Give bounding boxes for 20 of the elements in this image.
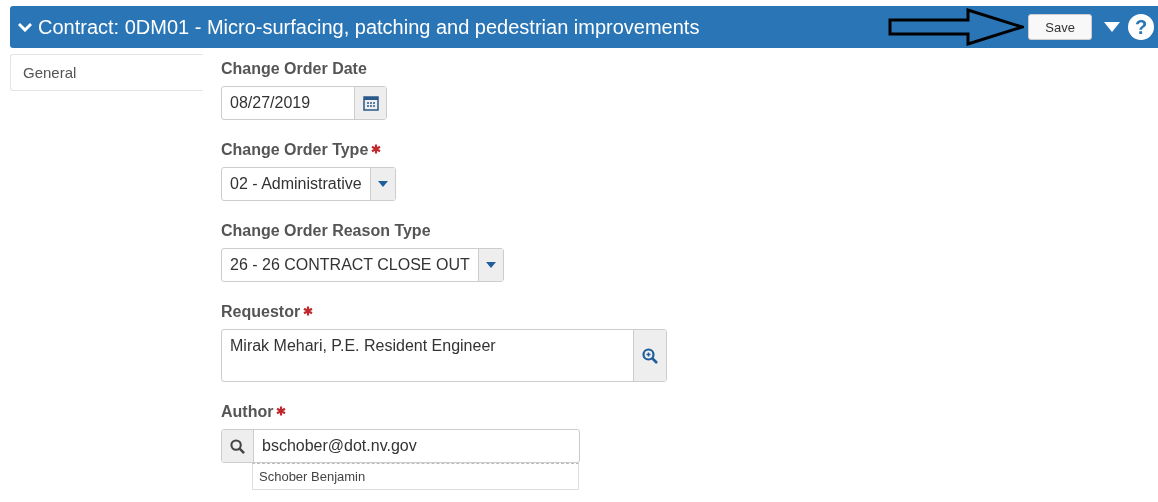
dropdown[interactable]: 02 - Administrative <box>221 167 396 201</box>
caret-icon[interactable] <box>1104 22 1120 32</box>
zoom-in-icon <box>642 347 658 364</box>
caret-icon <box>377 181 388 187</box>
chevron-icon[interactable] <box>18 22 32 32</box>
field-label: Requestor <box>221 303 301 321</box>
field-label: Change Order Type <box>221 141 369 159</box>
calendar-icon <box>362 95 379 111</box>
lookup-button[interactable] <box>633 330 666 381</box>
suggestion-item[interactable]: Schober Benjamin <box>252 463 579 490</box>
date-field[interactable]: 08/27/2019 <box>221 86 387 120</box>
field-label: Change Order Date <box>221 60 367 78</box>
dropdown[interactable]: 26 - 26 CONTRACT CLOSE OUT <box>221 248 504 282</box>
panel-title: Contract: 0DM01 - Micro-surfacing, patching and pedestrian improvements <box>38 15 701 39</box>
field-label: Author <box>221 403 274 421</box>
save-button[interactable]: Save <box>1028 14 1092 40</box>
caret-icon <box>485 262 496 268</box>
field-label: Change Order Reason Type <box>221 222 431 240</box>
sidebar-tab[interactable]: General <box>10 54 203 91</box>
help-icon[interactable]: ? <box>1128 14 1154 40</box>
